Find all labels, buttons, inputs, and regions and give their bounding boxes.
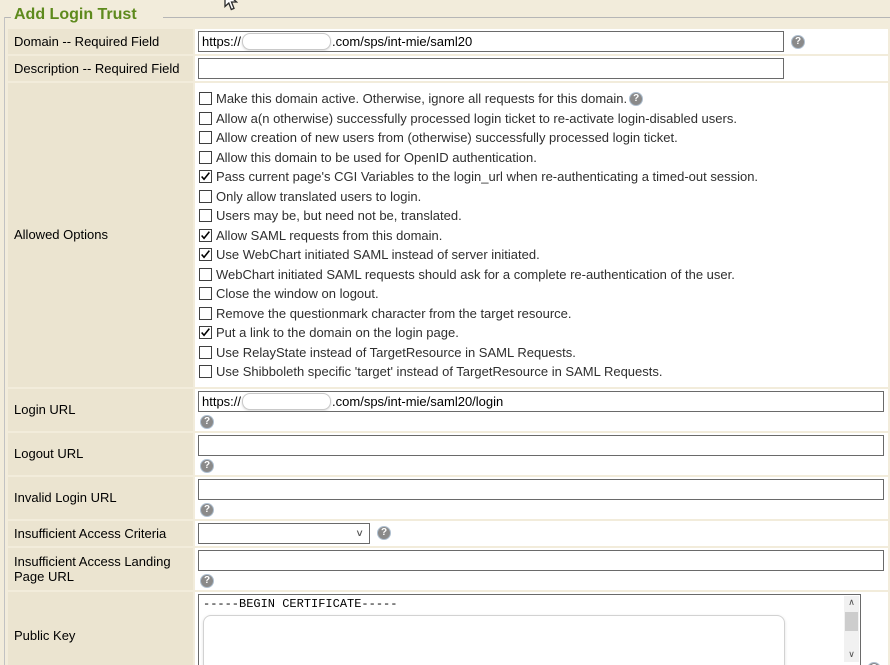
help-icon[interactable]: ? <box>200 459 214 473</box>
fieldset-legend-line <box>163 17 890 18</box>
allowed-option-label: Pass current page's CGI Variables to the… <box>216 169 758 184</box>
mouse-cursor <box>224 0 238 12</box>
login-url-value-prefix: https:// <box>202 394 241 409</box>
allowed-option-checkbox[interactable] <box>199 190 212 203</box>
allowed-option-checkbox[interactable] <box>199 287 212 300</box>
allowed-option: Close the window on logout. <box>199 284 885 304</box>
login-url-redaction-box <box>242 393 331 410</box>
allowed-option-label: Remove the questionmark character from t… <box>216 306 572 321</box>
allowed-option-checkbox[interactable] <box>199 92 212 105</box>
allowed-options-label: Allowed Options <box>8 83 193 387</box>
invalid-login-url-input[interactable] <box>198 479 884 500</box>
help-icon[interactable]: ? <box>200 574 214 588</box>
allowed-option-checkbox[interactable] <box>199 346 212 359</box>
public-key-label: Public Key <box>8 592 193 665</box>
allowed-option-checkbox[interactable] <box>199 112 212 125</box>
login-url-value-suffix: .com/sps/int-mie/saml20/login <box>332 394 503 409</box>
domain-redaction-box <box>242 33 331 50</box>
help-icon[interactable]: ? <box>867 662 881 665</box>
row-domain: Domain -- Required Field https:// .com/sp… <box>8 29 888 54</box>
scroll-down-icon[interactable]: ∨ <box>844 648 859 662</box>
help-icon[interactable]: ? <box>377 526 391 540</box>
allowed-option-label: Close the window on logout. <box>216 286 379 301</box>
domain-input[interactable]: https:// .com/sps/int-mie/saml20 <box>198 31 784 52</box>
allowed-option: Pass current page's CGI Variables to the… <box>199 167 885 187</box>
domain-value-suffix: .com/sps/int-mie/saml20 <box>332 34 472 49</box>
allowed-option-label: Put a link to the domain on the login pa… <box>216 325 459 340</box>
allowed-option: Users may be, but need not be, translate… <box>199 206 885 226</box>
allowed-options-list: Make this domain active. Otherwise, igno… <box>198 85 885 385</box>
insufficient-access-landing-input[interactable] <box>198 550 884 571</box>
login-url-input[interactable]: https:// .com/sps/int-mie/saml20/login <box>198 391 884 412</box>
scrollbar-thumb[interactable] <box>845 612 858 631</box>
public-key-scrollbar[interactable]: ∧ ∨ <box>844 596 859 662</box>
logout-url-label: Logout URL <box>8 433 193 475</box>
allowed-option-label: Use Shibboleth specific 'target' instead… <box>216 364 662 379</box>
allowed-option-label: Use RelayState instead of TargetResource… <box>216 345 576 360</box>
allowed-option-checkbox[interactable] <box>199 131 212 144</box>
allowed-option: Make this domain active. Otherwise, igno… <box>199 89 885 109</box>
allowed-option-checkbox[interactable] <box>199 307 212 320</box>
allowed-option-checkbox[interactable] <box>199 268 212 281</box>
row-public-key: Public Key -----BEGIN CERTIFICATE----- ∧… <box>8 592 888 665</box>
scroll-up-icon[interactable]: ∧ <box>844 596 859 610</box>
fieldset-legend-line-left <box>4 17 11 18</box>
allowed-option: Only allow translated users to login. <box>199 187 885 207</box>
invalid-login-url-label: Invalid Login URL <box>8 477 193 519</box>
insufficient-access-criteria-label: Insufficient Access Criteria <box>8 521 193 546</box>
allowed-option-checkbox[interactable] <box>199 170 212 183</box>
allowed-option: Allow creation of new users from (otherw… <box>199 128 885 148</box>
allowed-option: Use WebChart initiated SAML instead of s… <box>199 245 885 265</box>
login-trust-form: Domain -- Required Field https:// .com/sp… <box>8 29 888 665</box>
page-title: Add Login Trust <box>14 6 137 24</box>
allowed-option: Allow this domain to be used for OpenID … <box>199 148 885 168</box>
row-logout-url: Logout URL ? <box>8 433 888 475</box>
allowed-option: Allow SAML requests from this domain. <box>199 226 885 246</box>
description-input[interactable] <box>198 58 784 79</box>
allowed-option-checkbox[interactable] <box>199 326 212 339</box>
allowed-option-label: Use WebChart initiated SAML instead of s… <box>216 247 540 262</box>
public-key-first-line: -----BEGIN CERTIFICATE----- <box>203 597 397 611</box>
row-login-url: Login URL https:// .com/sps/int-mie/saml2… <box>8 389 888 431</box>
chevron-down-icon: ∨ <box>355 527 364 538</box>
description-label: Description -- Required Field <box>8 56 193 81</box>
allowed-option-label: WebChart initiated SAML requests should … <box>216 267 735 282</box>
row-allowed-options: Allowed Options Make this domain active.… <box>8 83 888 387</box>
allowed-option: Allow a(n otherwise) successfully proces… <box>199 109 885 129</box>
help-icon[interactable]: ? <box>200 415 214 429</box>
allowed-option-label: Allow creation of new users from (otherw… <box>216 130 678 145</box>
allowed-option: Use RelayState instead of TargetResource… <box>199 343 885 363</box>
allowed-option-label: Allow a(n otherwise) successfully proces… <box>216 111 737 126</box>
login-url-label: Login URL <box>8 389 193 431</box>
help-icon[interactable]: ? <box>629 92 643 106</box>
allowed-option-label: Allow this domain to be used for OpenID … <box>216 150 537 165</box>
insufficient-access-criteria-select[interactable]: ∨ <box>198 523 370 544</box>
allowed-option-label: Allow SAML requests from this domain. <box>216 228 442 243</box>
allowed-option-label: Make this domain active. Otherwise, igno… <box>216 91 627 106</box>
allowed-option: WebChart initiated SAML requests should … <box>199 265 885 285</box>
public-key-redaction-box <box>203 615 785 665</box>
allowed-option-label: Users may be, but need not be, translate… <box>216 208 462 223</box>
logout-url-input[interactable] <box>198 435 884 456</box>
domain-label: Domain -- Required Field <box>8 29 193 54</box>
domain-value-prefix: https:// <box>202 34 241 49</box>
allowed-option-checkbox[interactable] <box>199 151 212 164</box>
help-icon[interactable]: ? <box>791 35 805 49</box>
fieldset-left-border <box>4 17 5 665</box>
allowed-option-checkbox[interactable] <box>199 209 212 222</box>
allowed-option: Remove the questionmark character from t… <box>199 304 885 324</box>
allowed-option-checkbox[interactable] <box>199 365 212 378</box>
row-invalid-login-url: Invalid Login URL ? <box>8 477 888 519</box>
allowed-option-label: Only allow translated users to login. <box>216 189 421 204</box>
allowed-option: Put a link to the domain on the login pa… <box>199 323 885 343</box>
row-description: Description -- Required Field <box>8 56 888 81</box>
insufficient-access-landing-label: Insufficient Access Landing Page URL <box>8 548 193 590</box>
allowed-option-checkbox[interactable] <box>199 229 212 242</box>
row-insufficient-access-criteria: Insufficient Access Criteria ∨ ? <box>8 521 888 546</box>
row-insufficient-access-landing: Insufficient Access Landing Page URL ? <box>8 548 888 590</box>
help-icon[interactable]: ? <box>200 503 214 517</box>
allowed-option-checkbox[interactable] <box>199 248 212 261</box>
public-key-textarea[interactable]: -----BEGIN CERTIFICATE----- ∧ ∨ <box>198 594 861 665</box>
allowed-option: Use Shibboleth specific 'target' instead… <box>199 362 885 382</box>
